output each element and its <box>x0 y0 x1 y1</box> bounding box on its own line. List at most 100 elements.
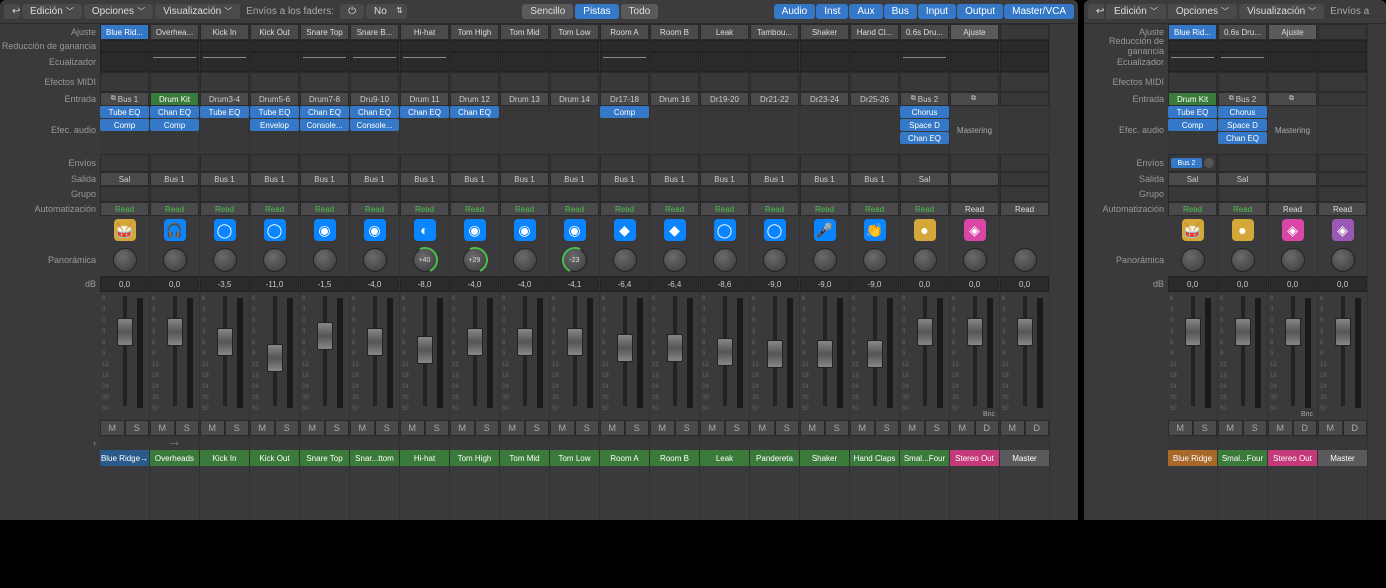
midi-fx-slot[interactable] <box>100 72 149 92</box>
pan-knob[interactable] <box>763 248 787 272</box>
insert-slot[interactable]: Chan EQ <box>300 106 349 118</box>
group-slot[interactable] <box>450 186 499 202</box>
preset-button[interactable]: Hand Cl... <box>850 24 899 40</box>
mute-button[interactable]: M <box>250 420 275 436</box>
fader-cap[interactable] <box>1017 318 1033 346</box>
eq-thumbnail[interactable] <box>650 52 699 72</box>
midi-fx-slot[interactable] <box>450 72 499 92</box>
fader-cap[interactable] <box>467 328 483 356</box>
group-slot[interactable] <box>700 186 749 202</box>
back-button[interactable]: ↩ <box>1088 4 1104 19</box>
solo-button[interactable]: S <box>725 420 750 436</box>
track-name[interactable]: Room A <box>600 450 649 466</box>
output-button[interactable]: Bus 1 <box>400 172 449 186</box>
insert-slot[interactable]: Chan EQ <box>150 106 199 118</box>
sends-row[interactable] <box>200 154 249 172</box>
group-slot[interactable] <box>1168 186 1217 202</box>
sends-row[interactable] <box>150 154 199 172</box>
pan-knob[interactable] <box>163 248 187 272</box>
sends-row[interactable] <box>250 154 299 172</box>
automation-mode[interactable]: Read <box>950 202 999 216</box>
input-button[interactable]: ⧉ <box>950 92 999 106</box>
pan-knob[interactable] <box>913 248 937 272</box>
preset-button[interactable]: Room A <box>600 24 649 40</box>
input-button[interactable]: ⧉Bus 2 <box>900 92 949 106</box>
fader-cap[interactable] <box>967 318 983 346</box>
input-button[interactable]: Drum 11 <box>400 92 449 106</box>
eq-thumbnail[interactable] <box>950 52 999 72</box>
track-icon[interactable]: ◉ <box>364 219 386 241</box>
insert-slot[interactable]: Comp <box>150 119 199 131</box>
mute-button[interactable]: M <box>1168 420 1193 436</box>
sends-row[interactable] <box>950 154 999 172</box>
mute-button[interactable]: M <box>850 420 875 436</box>
input-button[interactable]: Drum 13 <box>500 92 549 106</box>
track-name[interactable]: Hi-hat <box>400 450 449 466</box>
track-icon[interactable]: ◐ <box>414 219 436 241</box>
output-button[interactable]: Sal <box>100 172 149 186</box>
output-button[interactable]: Bus 1 <box>750 172 799 186</box>
track-name[interactable]: Smal...Four <box>900 450 949 466</box>
group-slot[interactable] <box>300 186 349 202</box>
track-icon[interactable]: ◉ <box>314 219 336 241</box>
preset-button[interactable]: 0.6s Dru... <box>900 24 949 40</box>
insert-slot[interactable]: Comp <box>600 106 649 118</box>
midi-fx-slot[interactable] <box>700 72 749 92</box>
db-readout[interactable]: 0,0 <box>900 276 949 292</box>
preset-button[interactable]: Room B <box>650 24 699 40</box>
insert-slot[interactable]: Tube EQ <box>100 106 149 118</box>
mute-button[interactable]: M <box>900 420 925 436</box>
db-readout[interactable]: 0,0 <box>150 276 199 292</box>
menu-opciones[interactable]: Opciones ﹀ <box>1168 4 1237 19</box>
group-slot[interactable] <box>850 186 899 202</box>
midi-fx-slot[interactable] <box>200 72 249 92</box>
track-name[interactable]: Smal...Four <box>1218 450 1267 466</box>
track-name[interactable]: Room B <box>650 450 699 466</box>
automation-mode[interactable]: Read <box>1318 202 1367 216</box>
preset-button[interactable]: Tom Low <box>550 24 599 40</box>
insert-slot[interactable]: Tube EQ <box>200 106 249 118</box>
group-slot[interactable] <box>900 186 949 202</box>
track-name[interactable]: Stereo Out <box>1268 450 1317 466</box>
sends-row[interactable] <box>1218 154 1267 172</box>
fader-cap[interactable] <box>367 328 383 356</box>
mute-button[interactable]: M <box>1268 420 1293 436</box>
fader-cap[interactable] <box>267 344 283 372</box>
insert-slot[interactable]: Chan EQ <box>350 106 399 118</box>
db-readout[interactable]: 0,0 <box>950 276 999 292</box>
mute-button[interactable]: M <box>600 420 625 436</box>
sends-row[interactable] <box>350 154 399 172</box>
output-button[interactable]: Bus 1 <box>350 172 399 186</box>
track-icon[interactable]: ◉ <box>514 219 536 241</box>
fader-cap[interactable] <box>667 334 683 362</box>
fader-cap[interactable] <box>917 318 933 346</box>
output-button[interactable]: Bus 1 <box>200 172 249 186</box>
track-icon[interactable]: ◉ <box>464 219 486 241</box>
eq-thumbnail[interactable] <box>150 52 199 72</box>
db-readout[interactable]: -9,0 <box>750 276 799 292</box>
sends-row[interactable] <box>450 154 499 172</box>
track-icon[interactable]: ◯ <box>714 219 736 241</box>
db-readout[interactable]: -4,0 <box>450 276 499 292</box>
automation-mode[interactable]: Read <box>250 202 299 216</box>
group-slot[interactable] <box>100 186 149 202</box>
mute-button[interactable]: M <box>200 420 225 436</box>
track-icon[interactable]: ◯ <box>264 219 286 241</box>
automation-mode[interactable]: Read <box>150 202 199 216</box>
db-readout[interactable]: -4,1 <box>550 276 599 292</box>
mute-button[interactable]: M <box>100 420 125 436</box>
sends-row[interactable] <box>1268 154 1317 172</box>
mute-button[interactable]: M <box>700 420 725 436</box>
db-readout[interactable]: 0,0 <box>1218 276 1267 292</box>
solo-button[interactable]: S <box>925 420 950 436</box>
solo-button[interactable]: S <box>525 420 550 436</box>
fader-cap[interactable] <box>1285 318 1301 346</box>
midi-fx-slot[interactable] <box>800 72 849 92</box>
db-readout[interactable]: -8,0 <box>400 276 449 292</box>
track-name[interactable]: Pandereta <box>750 450 799 466</box>
input-button[interactable]: ⧉ <box>1268 92 1317 106</box>
midi-fx-slot[interactable] <box>1318 72 1367 92</box>
mute-button[interactable]: M <box>500 420 525 436</box>
eq-thumbnail[interactable] <box>450 52 499 72</box>
preset-button[interactable]: 0.6s Dru... <box>1218 24 1267 40</box>
